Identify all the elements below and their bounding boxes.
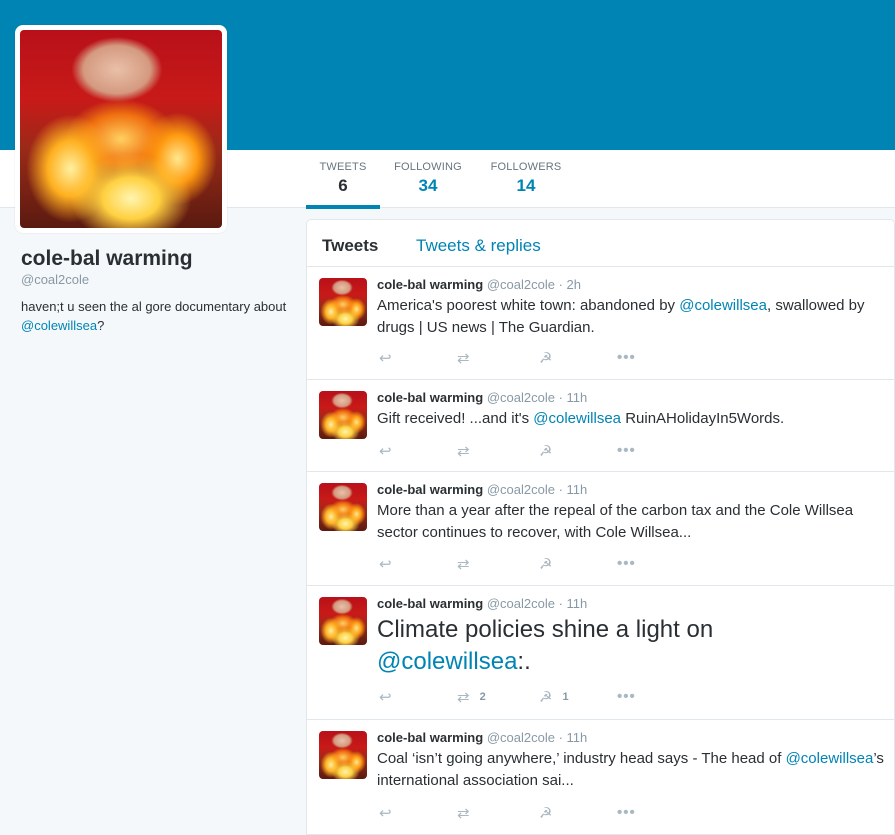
retweet-icon: ⇄ <box>457 805 470 822</box>
tweet-text-part: Coal ‘isn’t going anywhere,’ industry he… <box>377 750 786 767</box>
tweet-actions: ↩ ⇄ ☭ ••• <box>377 555 677 575</box>
tweet[interactable]: cole-bal warming @coal2cole · 11h Climat… <box>307 586 894 720</box>
more-icon[interactable]: ••• <box>617 555 636 572</box>
tweet-avatar[interactable] <box>319 731 367 779</box>
tweet-author-name[interactable]: cole-bal warming <box>377 730 483 745</box>
profile-handle[interactable]: @coal2cole <box>21 272 89 287</box>
tweet-text: America's poorest white town: abandoned … <box>377 295 889 339</box>
stat-following[interactable]: FOLLOWING 34 <box>390 161 466 196</box>
hammer-sickle-icon: ☭ <box>539 556 553 573</box>
bio-suffix: ? <box>97 318 105 333</box>
tweet-header: cole-bal warming @coal2cole · 11h <box>377 482 587 497</box>
stat-following-value: 34 <box>418 176 438 195</box>
tweet-header: cole-bal warming @coal2cole · 11h <box>377 390 587 405</box>
tweet-text-part: More than a year after the repeal of the… <box>377 502 854 541</box>
tweet-text-part: RuinAHolidayIn5Words. <box>621 410 785 427</box>
tweet-meta: @coal2cole · 11h <box>486 596 588 611</box>
hammer-sickle-icon: ☭ <box>539 443 553 460</box>
stat-followers[interactable]: FOLLOWERS 14 <box>486 161 566 196</box>
retweet-button[interactable]: ⇄ <box>457 555 480 573</box>
tweet[interactable]: cole-bal warming @coal2cole · 11h More t… <box>307 472 894 586</box>
tweet-text: Gift received! ...and it's @colewillsea … <box>377 408 889 430</box>
retweet-icon: ⇄ <box>457 443 470 460</box>
tweet-meta: @coal2cole · 11h <box>486 390 588 405</box>
tweet-avatar[interactable] <box>319 597 367 645</box>
bio-text: haven;t u seen the al gore documentary a… <box>21 299 287 314</box>
hammer-sickle-icon: ☭ <box>539 805 553 822</box>
reply-icon[interactable]: ↩ <box>379 804 392 822</box>
tweet-actions: ↩ ⇄ ☭ ••• <box>377 804 677 824</box>
more-icon[interactable]: ••• <box>617 349 636 366</box>
tweet-mention-link[interactable]: @colewillsea <box>679 297 767 314</box>
reply-icon[interactable]: ↩ <box>379 442 392 460</box>
tweet-text-part: Gift received! ...and it's <box>377 410 534 427</box>
profile-name[interactable]: cole-bal warming <box>21 247 193 271</box>
retweet-button[interactable]: ⇄ <box>457 442 480 460</box>
tweet-author-name[interactable]: cole-bal warming <box>377 482 483 497</box>
tweet-author-name[interactable]: cole-bal warming <box>377 390 483 405</box>
retweet-button[interactable]: ⇄ 2 <box>457 688 486 706</box>
tweet-actions: ↩ ⇄ 2 ☭ 1 ••• <box>377 688 677 708</box>
tweet-author-name[interactable]: cole-bal warming <box>377 277 483 292</box>
tweet-text-part: :. <box>517 648 531 675</box>
more-icon[interactable]: ••• <box>617 688 636 705</box>
profile-avatar[interactable] <box>15 25 227 233</box>
reply-icon[interactable]: ↩ <box>379 555 392 573</box>
tab-tweets-replies[interactable]: Tweets & replies <box>416 236 541 256</box>
tweet[interactable]: cole-bal warming @coal2cole · 11h Gift r… <box>307 380 894 472</box>
tweet-avatar[interactable] <box>319 391 367 439</box>
tweet-header: cole-bal warming @coal2cole · 2h <box>377 277 581 292</box>
tweet-avatar[interactable] <box>319 278 367 326</box>
tweet-meta: @coal2cole · 11h <box>486 482 588 497</box>
tweet-header: cole-bal warming @coal2cole · 11h <box>377 596 587 611</box>
timeline: Tweets Tweets & replies cole-bal warming… <box>306 219 895 835</box>
stat-followers-value: 14 <box>516 176 536 195</box>
tweet-text: More than a year after the repeal of the… <box>377 500 889 544</box>
bio-mention-link[interactable]: @colewillsea <box>21 318 97 333</box>
more-icon[interactable]: ••• <box>617 804 636 821</box>
favorite-button[interactable]: ☭ <box>539 555 562 573</box>
tweet-meta: @coal2cole · 11h <box>486 730 588 745</box>
tweet-mention-link[interactable]: @colewillsea <box>786 750 874 767</box>
reply-icon[interactable]: ↩ <box>379 349 392 367</box>
tweet[interactable]: cole-bal warming @coal2cole · 11h Coal ‘… <box>307 720 894 834</box>
stat-followers-label: FOLLOWERS <box>490 161 562 173</box>
tweet-text-part: Climate policies shine a light on <box>377 616 714 643</box>
tweet-avatar[interactable] <box>319 483 367 531</box>
tweet-mention-link[interactable]: @colewillsea <box>533 410 621 427</box>
favorite-count: 1 <box>562 691 569 703</box>
tweet-text: Coal ‘isn’t going anywhere,’ industry he… <box>377 748 889 792</box>
retweet-icon: ⇄ <box>457 689 470 706</box>
timeline-tabs: Tweets Tweets & replies <box>307 220 894 267</box>
hammer-sickle-icon: ☭ <box>539 689 553 706</box>
tweet-text-part: America's poorest white town: abandoned … <box>377 297 680 314</box>
tweet-text: Climate policies shine a light on @colew… <box>377 614 757 678</box>
avatar-image <box>20 30 222 228</box>
favorite-button[interactable]: ☭ 1 <box>539 688 569 706</box>
more-icon[interactable]: ••• <box>617 442 636 459</box>
retweet-count: 2 <box>479 691 486 703</box>
tweet-actions: ↩ ⇄ ☭ ••• <box>377 442 677 462</box>
stat-tweets-value: 6 <box>338 176 348 195</box>
stat-following-label: FOLLOWING <box>394 161 462 173</box>
favorite-button[interactable]: ☭ <box>539 804 562 822</box>
retweet-button[interactable]: ⇄ <box>457 804 480 822</box>
tab-tweets[interactable]: Tweets <box>322 236 378 256</box>
stat-tweets-label: TWEETS <box>319 161 367 173</box>
retweet-icon: ⇄ <box>457 556 470 573</box>
reply-icon[interactable]: ↩ <box>379 688 392 706</box>
tweet-author-name[interactable]: cole-bal warming <box>377 596 483 611</box>
stat-tweets[interactable]: TWEETS 6 <box>306 161 380 209</box>
retweet-button[interactable]: ⇄ <box>457 349 480 367</box>
retweet-icon: ⇄ <box>457 350 470 367</box>
profile-bio: haven;t u seen the al gore documentary a… <box>21 297 291 335</box>
tweet-meta: @coal2cole · 2h <box>486 277 581 292</box>
favorite-button[interactable]: ☭ <box>539 442 562 460</box>
tweet-mention-link[interactable]: @colewillsea <box>377 648 517 675</box>
favorite-button[interactable]: ☭ <box>539 349 562 367</box>
tweet[interactable]: cole-bal warming @coal2cole · 2h America… <box>307 267 894 380</box>
hammer-sickle-icon: ☭ <box>539 350 553 367</box>
tweet-actions: ↩ ⇄ ☭ ••• <box>377 349 677 369</box>
tweet-header: cole-bal warming @coal2cole · 11h <box>377 730 587 745</box>
